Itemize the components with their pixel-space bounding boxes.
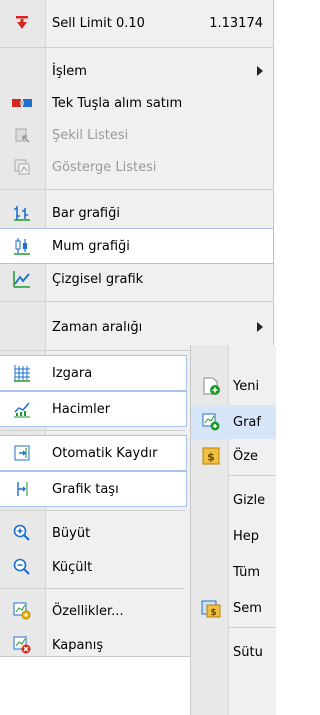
- menu-item-grid[interactable]: Izgara: [0, 355, 187, 391]
- zoom-out-label: Küçült: [52, 559, 93, 575]
- sell-arrow-icon: [12, 13, 32, 33]
- separator: [0, 430, 185, 431]
- one-click-trading-icon: [12, 93, 32, 113]
- hide-label: Gizle: [233, 492, 266, 508]
- submenu-item-new[interactable]: Yeni: [191, 369, 276, 403]
- zoom-in-icon: [12, 523, 32, 543]
- candlestick-chart-label: Mum grafiği: [52, 238, 130, 254]
- menu-item-timeframe[interactable]: Zaman aralığı: [0, 310, 273, 344]
- islem-label: İşlem: [52, 63, 87, 79]
- menu-item-objects-list[interactable]: Şekil Listesi: [0, 118, 273, 152]
- separator: [0, 47, 273, 48]
- zoom-in-label: Büyüt: [52, 525, 91, 541]
- submenu-item-symbols[interactable]: $ Sem: [191, 591, 276, 625]
- submenu-item-special[interactable]: $ Öze: [191, 439, 276, 473]
- objects-list-icon: [12, 125, 32, 145]
- separator: [0, 588, 185, 589]
- chart-label: Graf: [233, 414, 261, 430]
- menu-item-bar-chart[interactable]: Bar grafiği: [0, 196, 273, 230]
- menu-item-line-chart[interactable]: Çizgisel grafik: [0, 262, 273, 296]
- menu-item-zoom-out[interactable]: Küçült: [0, 550, 186, 584]
- chart-window-icon: [201, 412, 221, 432]
- submenu-item-columns[interactable]: Sütu: [191, 635, 276, 669]
- auto-scroll-icon: [12, 443, 32, 463]
- columns-label: Sütu: [233, 644, 263, 660]
- submenu-arrow-icon: [257, 66, 263, 76]
- charts-submenu: Yeni Graf $ Öze Gizle Hep Tüm $ Sem Sütu: [190, 345, 276, 715]
- volumes-icon: [12, 399, 32, 419]
- menu-item-sell-limit[interactable]: Sell Limit 0.10 1.13174: [0, 6, 273, 40]
- menu-item-one-click-trading[interactable]: Tek Tuşla alım satım: [0, 86, 273, 120]
- bar-chart-label: Bar grafiği: [52, 205, 120, 221]
- properties-icon: [12, 601, 32, 621]
- properties-label: Özellikler...: [52, 603, 124, 619]
- sell-limit-label: Sell Limit 0.10: [52, 15, 145, 31]
- submenu-item-all[interactable]: Hep: [191, 519, 276, 553]
- new-window-icon: [201, 376, 221, 396]
- symbols-icon: $: [201, 598, 221, 618]
- grid-icon: [12, 363, 32, 383]
- line-chart-icon: [12, 269, 32, 289]
- bar-chart-icon: [12, 203, 32, 223]
- separator: [0, 301, 273, 302]
- new-label: Yeni: [233, 378, 260, 394]
- sell-limit-price: 1.13174: [209, 15, 263, 31]
- menu-item-islem[interactable]: İşlem: [0, 54, 273, 88]
- separator: [0, 510, 185, 511]
- submenu-item-hide[interactable]: Gizle: [191, 483, 276, 517]
- svg-text:$: $: [207, 451, 215, 464]
- menu-item-volumes[interactable]: Hacimler: [0, 391, 187, 427]
- all-label: Hep: [233, 528, 260, 544]
- zoom-out-icon: [12, 557, 32, 577]
- close-label: Kapanış: [52, 637, 104, 653]
- line-chart-label: Çizgisel grafik: [52, 271, 144, 287]
- separator: [0, 189, 273, 190]
- indicators-list-label: Gösterge Listesi: [52, 159, 157, 175]
- grid-label: Izgara: [52, 365, 93, 381]
- menu-item-indicators-list[interactable]: Gösterge Listesi: [0, 150, 273, 184]
- volumes-label: Hacimler: [52, 401, 111, 417]
- separator: [229, 475, 276, 476]
- chart-shift-icon: [12, 479, 32, 499]
- special-label: Öze: [233, 448, 259, 464]
- chart-shift-label: Grafik taşı: [52, 481, 119, 497]
- svg-text:$: $: [210, 608, 216, 618]
- menu-item-candlestick-chart[interactable]: Mum grafiği: [0, 228, 274, 264]
- candlestick-chart-icon: [12, 236, 32, 256]
- one-click-trading-label: Tek Tuşla alım satım: [52, 95, 183, 111]
- submenu-arrow-icon: [257, 322, 263, 332]
- submenu-item-all-2[interactable]: Tüm: [191, 555, 276, 589]
- menu-item-properties[interactable]: Özellikler...: [0, 594, 186, 628]
- symbols-label: Sem: [233, 600, 262, 616]
- auto-scroll-label: Otomatik Kaydır: [52, 445, 158, 461]
- objects-list-label: Şekil Listesi: [52, 127, 129, 143]
- menu-item-chart-shift[interactable]: Grafik taşı: [0, 471, 187, 507]
- dollar-icon: $: [201, 446, 221, 466]
- separator: [229, 627, 276, 628]
- menu-item-auto-scroll[interactable]: Otomatik Kaydır: [0, 435, 187, 471]
- menu-item-zoom-in[interactable]: Büyüt: [0, 516, 186, 550]
- indicators-list-icon: [12, 157, 32, 177]
- all-2-label: Tüm: [233, 564, 261, 580]
- timeframe-label: Zaman aralığı: [52, 319, 143, 335]
- menu-item-close[interactable]: Kapanış: [0, 628, 186, 662]
- close-chart-icon: [12, 635, 32, 655]
- submenu-item-chart[interactable]: Graf: [191, 405, 276, 439]
